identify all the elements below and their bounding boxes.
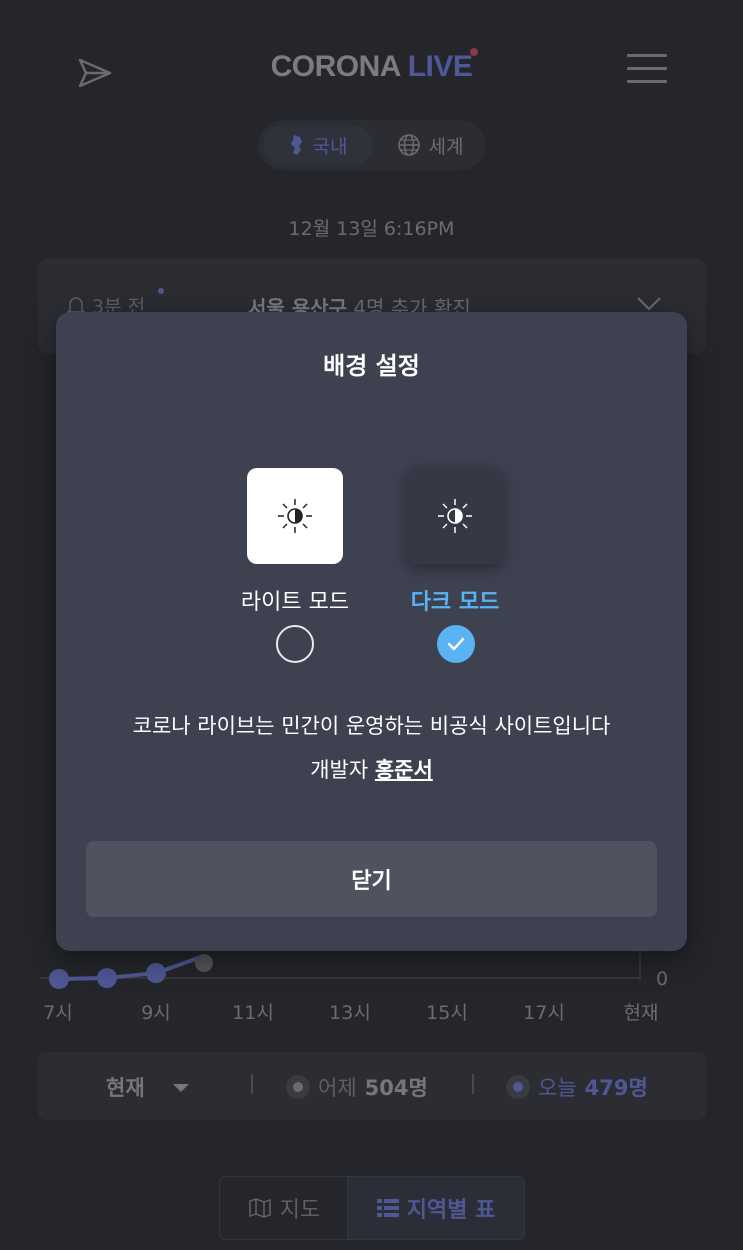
dark-mode-radio[interactable]: [437, 625, 475, 663]
radio-icon: [506, 1075, 530, 1099]
yesterday-point: [195, 954, 213, 972]
caret-down-icon: [172, 1084, 189, 1092]
brightness-icon: [278, 499, 312, 533]
tab-world[interactable]: 세계: [380, 125, 480, 165]
legend-yesterday-value: 504명: [364, 1076, 428, 1100]
legend-today-label: 오늘: [538, 1076, 577, 1100]
developer-prefix: 개발자: [310, 758, 369, 782]
globe-icon: [397, 134, 420, 156]
hamburger-menu-icon[interactable]: [627, 54, 667, 86]
time-selector[interactable]: 현재: [106, 1072, 191, 1102]
x-tick: 11시: [232, 1002, 274, 1024]
tab-region-table[interactable]: 지역별 표: [347, 1176, 525, 1240]
today-point: [49, 969, 69, 989]
scope-tabs: 국내 세계: [258, 120, 486, 170]
tab-world-label: 세계: [428, 135, 464, 158]
today-point: [146, 963, 166, 983]
dark-mode-label[interactable]: 다크 모드: [365, 584, 545, 616]
top-bar: CORONA LIVE: [0, 40, 743, 100]
close-button[interactable]: 닫기: [86, 841, 657, 917]
legend-today[interactable]: 오늘 479명: [506, 1072, 648, 1102]
x-tick: 15시: [426, 1002, 468, 1024]
map-icon: [248, 1198, 271, 1218]
korea-map-icon: [290, 135, 302, 155]
tab-domestic[interactable]: 국내: [263, 125, 373, 165]
tab-region-table-label: 지역별 표: [406, 1198, 496, 1223]
x-tick: 7시: [43, 1002, 73, 1024]
today-series-line: [58, 954, 205, 981]
alert-new-dot: [158, 288, 164, 294]
time-selector-value: 현재: [106, 1076, 145, 1100]
light-mode-label[interactable]: 라이트 모드: [205, 584, 385, 616]
legend-today-value: 479명: [584, 1076, 648, 1100]
chevron-down-icon[interactable]: [636, 296, 662, 312]
light-mode-card[interactable]: [247, 468, 343, 564]
tab-domestic-label: 국내: [312, 135, 348, 158]
theme-settings-modal: 배경 설정 라이트 모드 다크 모드 코로나 라이브는 민간이 운영하는 비공식…: [56, 312, 687, 951]
light-mode-radio[interactable]: [276, 625, 314, 663]
dark-mode-card[interactable]: [407, 468, 503, 564]
divider: [251, 1074, 253, 1094]
today-point: [97, 968, 117, 988]
developer-credit: 개발자 홍준서: [56, 754, 687, 784]
modal-title: 배경 설정: [323, 352, 420, 380]
divider: [472, 1074, 474, 1094]
updated-time: 12월 13일 6:16PM: [288, 218, 455, 240]
legend-yesterday-label: 어제: [318, 1076, 357, 1100]
developer-link[interactable]: 홍준서: [375, 758, 433, 782]
x-tick: 13시: [329, 1002, 371, 1024]
brand-corona: CORONA: [270, 50, 401, 83]
chart-legend-bar: 현재 어제 504명 오늘 479명: [38, 1052, 706, 1120]
y-tick: 0: [656, 968, 669, 990]
checkmark-icon: [447, 637, 465, 651]
brightness-icon: [438, 499, 472, 533]
x-tick: 17시: [523, 1002, 565, 1024]
page: CORONA LIVE 국내 세계 12월 13일 6:16PM 3분 전 서울…: [0, 0, 743, 1250]
tab-map-label: 지도: [279, 1198, 321, 1223]
x-tick: 현재: [623, 1002, 659, 1024]
legend-yesterday[interactable]: 어제 504명: [286, 1072, 428, 1102]
view-tabs: 지도 지역별 표: [219, 1176, 525, 1240]
live-indicator-dot: [470, 48, 478, 56]
modal-description: 코로나 라이브는 민간이 운영하는 비공식 사이트입니다: [132, 714, 611, 738]
list-icon: [376, 1199, 399, 1217]
brand-live: LIVE: [407, 50, 473, 83]
x-tick: 9시: [141, 1002, 171, 1024]
radio-icon: [286, 1075, 310, 1099]
tab-map[interactable]: 지도: [219, 1176, 349, 1240]
